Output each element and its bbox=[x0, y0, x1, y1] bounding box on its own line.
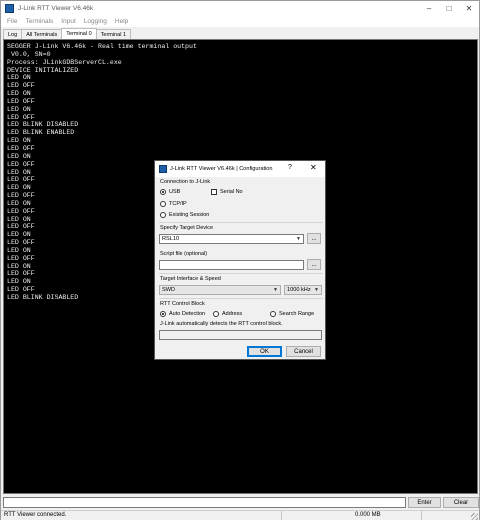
window-controls: – □ ✕ bbox=[419, 1, 479, 15]
terminal-line: LED ON bbox=[7, 74, 31, 82]
auto-detection-label: Auto Detection bbox=[169, 311, 206, 317]
menu-help[interactable]: Help bbox=[111, 18, 132, 25]
app-icon bbox=[5, 3, 14, 13]
status-divider bbox=[421, 511, 422, 520]
tab-strip: Log All Terminals Terminal 0 Terminal 1 bbox=[3, 28, 132, 39]
target-device-value: RSL10 bbox=[162, 236, 180, 242]
terminal-line: SEGGER J-Link V6.46k - Real time termina… bbox=[7, 43, 197, 50]
enter-button[interactable]: Enter bbox=[408, 497, 441, 508]
script-file-input[interactable] bbox=[159, 260, 304, 270]
minimize-icon[interactable]: – bbox=[419, 1, 439, 15]
terminal-line: LED ON bbox=[7, 105, 31, 113]
status-bar: RTT Viewer connected. 0.000 MB bbox=[1, 510, 479, 520]
rtt-hint: J-Link automatically detects the RTT con… bbox=[160, 321, 283, 327]
terminal-line: DEVICE INITIALIZED bbox=[7, 66, 79, 74]
target-device-combo[interactable]: RSL10 ▼ bbox=[159, 234, 304, 244]
speed-combo[interactable]: 1000 kHz ▼ bbox=[284, 285, 322, 295]
terminal-line: LED ON bbox=[7, 90, 31, 98]
help-icon[interactable]: ? bbox=[288, 164, 292, 171]
connection-label: Connection to J-Link bbox=[160, 179, 211, 185]
close-icon[interactable]: ✕ bbox=[459, 1, 479, 15]
maximize-icon[interactable]: □ bbox=[439, 1, 459, 15]
existing-session-label: Existing Session bbox=[169, 212, 210, 218]
menu-logging[interactable]: Logging bbox=[80, 18, 111, 25]
clear-button[interactable]: Clear bbox=[443, 497, 479, 508]
menu-input[interactable]: Input bbox=[57, 18, 79, 25]
tcpip-radio[interactable] bbox=[160, 201, 166, 207]
ok-button[interactable]: OK bbox=[247, 346, 282, 357]
menu-terminals[interactable]: Terminals bbox=[21, 18, 57, 25]
terminal-line: LED BLINK DISABLED bbox=[7, 121, 79, 129]
dialog-title-bar: J-Link RTT Viewer V6.46k | Configuration… bbox=[155, 161, 325, 177]
existing-session-radio[interactable] bbox=[160, 212, 166, 218]
usb-label: USB bbox=[169, 189, 181, 195]
serial-no-label: Serial No bbox=[220, 189, 243, 195]
terminal-line: LED OFF bbox=[7, 113, 35, 121]
script-file-label: Script file (optional) bbox=[160, 251, 208, 257]
input-row: Enter Clear bbox=[3, 497, 479, 509]
chevron-down-icon: ▼ bbox=[273, 287, 278, 293]
search-range-label: Search Range bbox=[279, 311, 315, 317]
interface-combo[interactable]: SWD ▼ bbox=[159, 285, 281, 295]
status-message: RTT Viewer connected. bbox=[4, 512, 67, 518]
section-divider bbox=[159, 298, 323, 299]
rtt-address-input[interactable] bbox=[159, 330, 322, 340]
auto-detection-radio[interactable] bbox=[160, 311, 166, 317]
section-divider bbox=[159, 273, 323, 274]
configuration-dialog: J-Link RTT Viewer V6.46k | Configuration… bbox=[154, 160, 326, 360]
script-file-browse-button[interactable]: ... bbox=[307, 259, 321, 270]
menu-bar: File Terminals Input Logging Help bbox=[1, 15, 479, 27]
terminal-line: V0.0, SN=0 bbox=[7, 50, 51, 58]
target-device-browse-button[interactable]: ... bbox=[307, 233, 321, 244]
address-radio[interactable] bbox=[213, 311, 219, 317]
usb-radio[interactable] bbox=[160, 189, 166, 195]
window-title: J-Link RTT Viewer V6.46k bbox=[18, 4, 94, 12]
status-divider bbox=[281, 511, 282, 520]
chevron-down-icon: ▼ bbox=[314, 287, 319, 293]
status-data-size: 0.000 MB bbox=[355, 512, 381, 518]
section-divider bbox=[159, 222, 323, 223]
tcpip-label: TCP/IP bbox=[169, 201, 187, 207]
resize-grip-icon[interactable] bbox=[471, 513, 478, 520]
terminal-line: LED BLINK ENABLED bbox=[7, 129, 75, 137]
rtt-control-label: RTT Control Block bbox=[160, 301, 205, 307]
interface-label: Target Interface & Speed bbox=[160, 276, 221, 282]
title-bar: J-Link RTT Viewer V6.46k – □ ✕ bbox=[1, 1, 479, 15]
speed-value: 1000 kHz bbox=[287, 287, 311, 293]
terminal-line: LED ON bbox=[7, 137, 31, 145]
address-label: Address bbox=[222, 311, 243, 317]
tab-terminal-1[interactable]: Terminal 1 bbox=[95, 29, 132, 39]
close-icon[interactable]: ✕ bbox=[310, 163, 317, 172]
tab-all-terminals[interactable]: All Terminals bbox=[21, 29, 63, 39]
terminal-line: LED OFF bbox=[7, 144, 35, 152]
cancel-button[interactable]: Cancel bbox=[286, 346, 321, 357]
serial-no-checkbox[interactable] bbox=[211, 189, 217, 195]
tab-terminal-0[interactable]: Terminal 0 bbox=[61, 28, 97, 39]
chevron-down-icon: ▼ bbox=[296, 236, 301, 242]
dialog-title: J-Link RTT Viewer V6.46k | Configuration bbox=[170, 166, 273, 172]
search-range-radio[interactable] bbox=[270, 311, 276, 317]
menu-file[interactable]: File bbox=[3, 18, 21, 25]
app-icon bbox=[159, 165, 167, 173]
tab-log[interactable]: Log bbox=[3, 29, 23, 39]
command-input[interactable] bbox=[3, 497, 406, 508]
terminal-line: LED OFF bbox=[7, 97, 35, 105]
terminal-line: Process: JLinkGDBServerCL.exe bbox=[7, 58, 122, 66]
terminal-line: LED OFF bbox=[7, 82, 35, 90]
target-device-label: Specify Target Device bbox=[160, 225, 214, 231]
interface-value: SWD bbox=[162, 287, 176, 293]
